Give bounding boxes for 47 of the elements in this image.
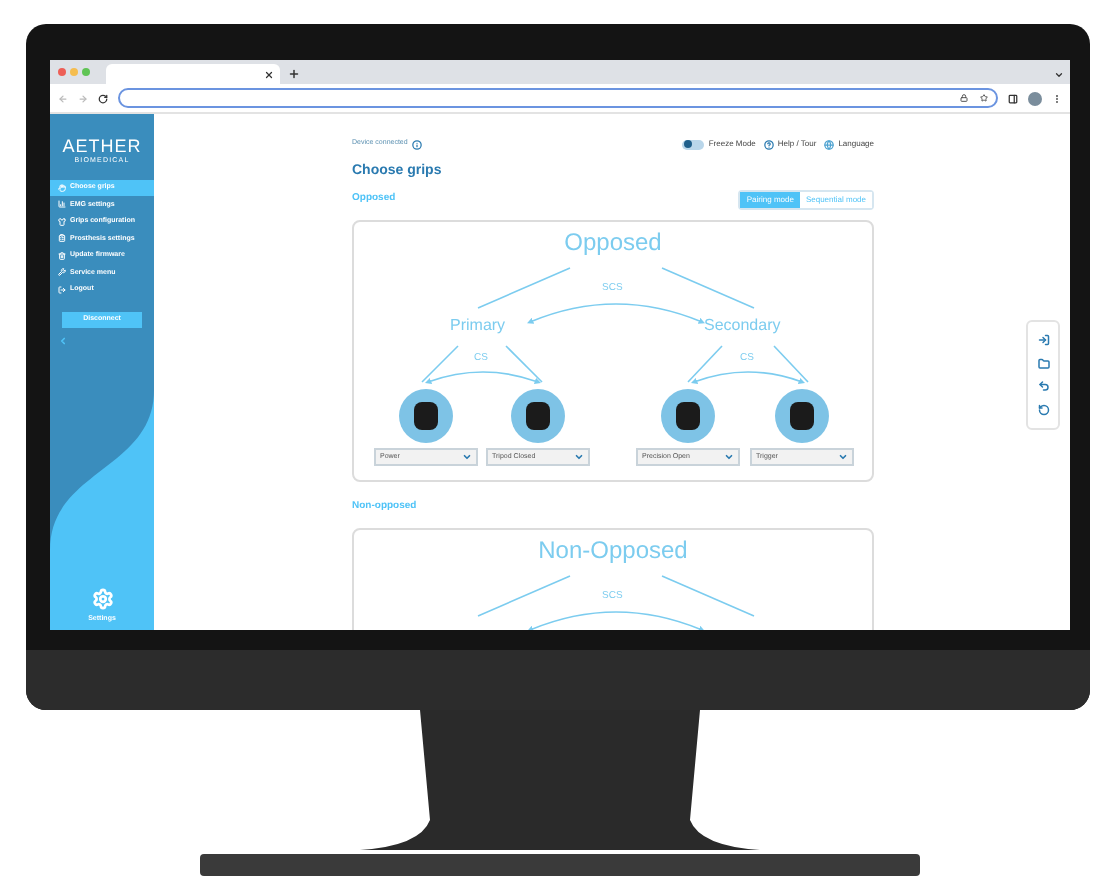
branch-label: Primary bbox=[450, 318, 506, 334]
diagram-title: Non-Opposed bbox=[536, 538, 690, 562]
new-tab-icon[interactable] bbox=[288, 68, 300, 80]
grip-photo-placeholder bbox=[399, 389, 453, 443]
chevron-icon bbox=[724, 452, 734, 462]
connector-line bbox=[505, 345, 543, 383]
language-icon[interactable] bbox=[824, 139, 835, 149]
grip-photo-placeholder bbox=[661, 389, 715, 443]
side-panel-icon[interactable] bbox=[1008, 93, 1018, 103]
item-icon bbox=[58, 234, 66, 243]
connector-line bbox=[421, 345, 459, 383]
connector-line bbox=[661, 575, 755, 617]
item-icon bbox=[58, 268, 66, 277]
double-arrow bbox=[690, 371, 806, 384]
freeze-toggle[interactable] bbox=[682, 139, 705, 149]
star-icon[interactable] bbox=[980, 94, 988, 102]
login-icon[interactable] bbox=[1037, 333, 1049, 346]
address-field[interactable] bbox=[118, 88, 998, 108]
item-icon bbox=[58, 285, 66, 294]
help-icon[interactable] bbox=[763, 139, 774, 149]
avatar-icon[interactable] bbox=[1028, 91, 1042, 105]
chevron-icon[interactable] bbox=[1054, 70, 1064, 80]
reset-icon[interactable] bbox=[1037, 404, 1049, 417]
connector-line bbox=[773, 345, 809, 383]
item-icon bbox=[58, 217, 66, 226]
connector-line bbox=[477, 267, 571, 309]
logo-text: AETHER bbox=[62, 138, 142, 156]
chevron-icon bbox=[838, 452, 848, 462]
lock-icon[interactable] bbox=[960, 94, 968, 102]
grip-photo-placeholder bbox=[775, 389, 829, 443]
chevron-icon bbox=[462, 452, 472, 462]
branch-label: Secondary bbox=[704, 318, 781, 334]
diagram-title: Opposed bbox=[562, 230, 664, 254]
item-icon bbox=[58, 183, 66, 192]
connector-line bbox=[661, 267, 755, 309]
chevron-icon bbox=[574, 452, 584, 462]
connector-line bbox=[687, 345, 723, 383]
info-icon bbox=[411, 139, 422, 149]
close-icon[interactable] bbox=[264, 69, 274, 79]
folder-icon[interactable] bbox=[1037, 357, 1049, 370]
grip-photo-placeholder bbox=[511, 389, 565, 443]
item-icon bbox=[58, 251, 66, 260]
item-icon bbox=[58, 200, 66, 209]
double-arrow bbox=[424, 371, 542, 384]
connector-line bbox=[477, 575, 571, 617]
undo-icon[interactable] bbox=[1037, 380, 1049, 393]
reload-icon[interactable] bbox=[98, 93, 108, 103]
